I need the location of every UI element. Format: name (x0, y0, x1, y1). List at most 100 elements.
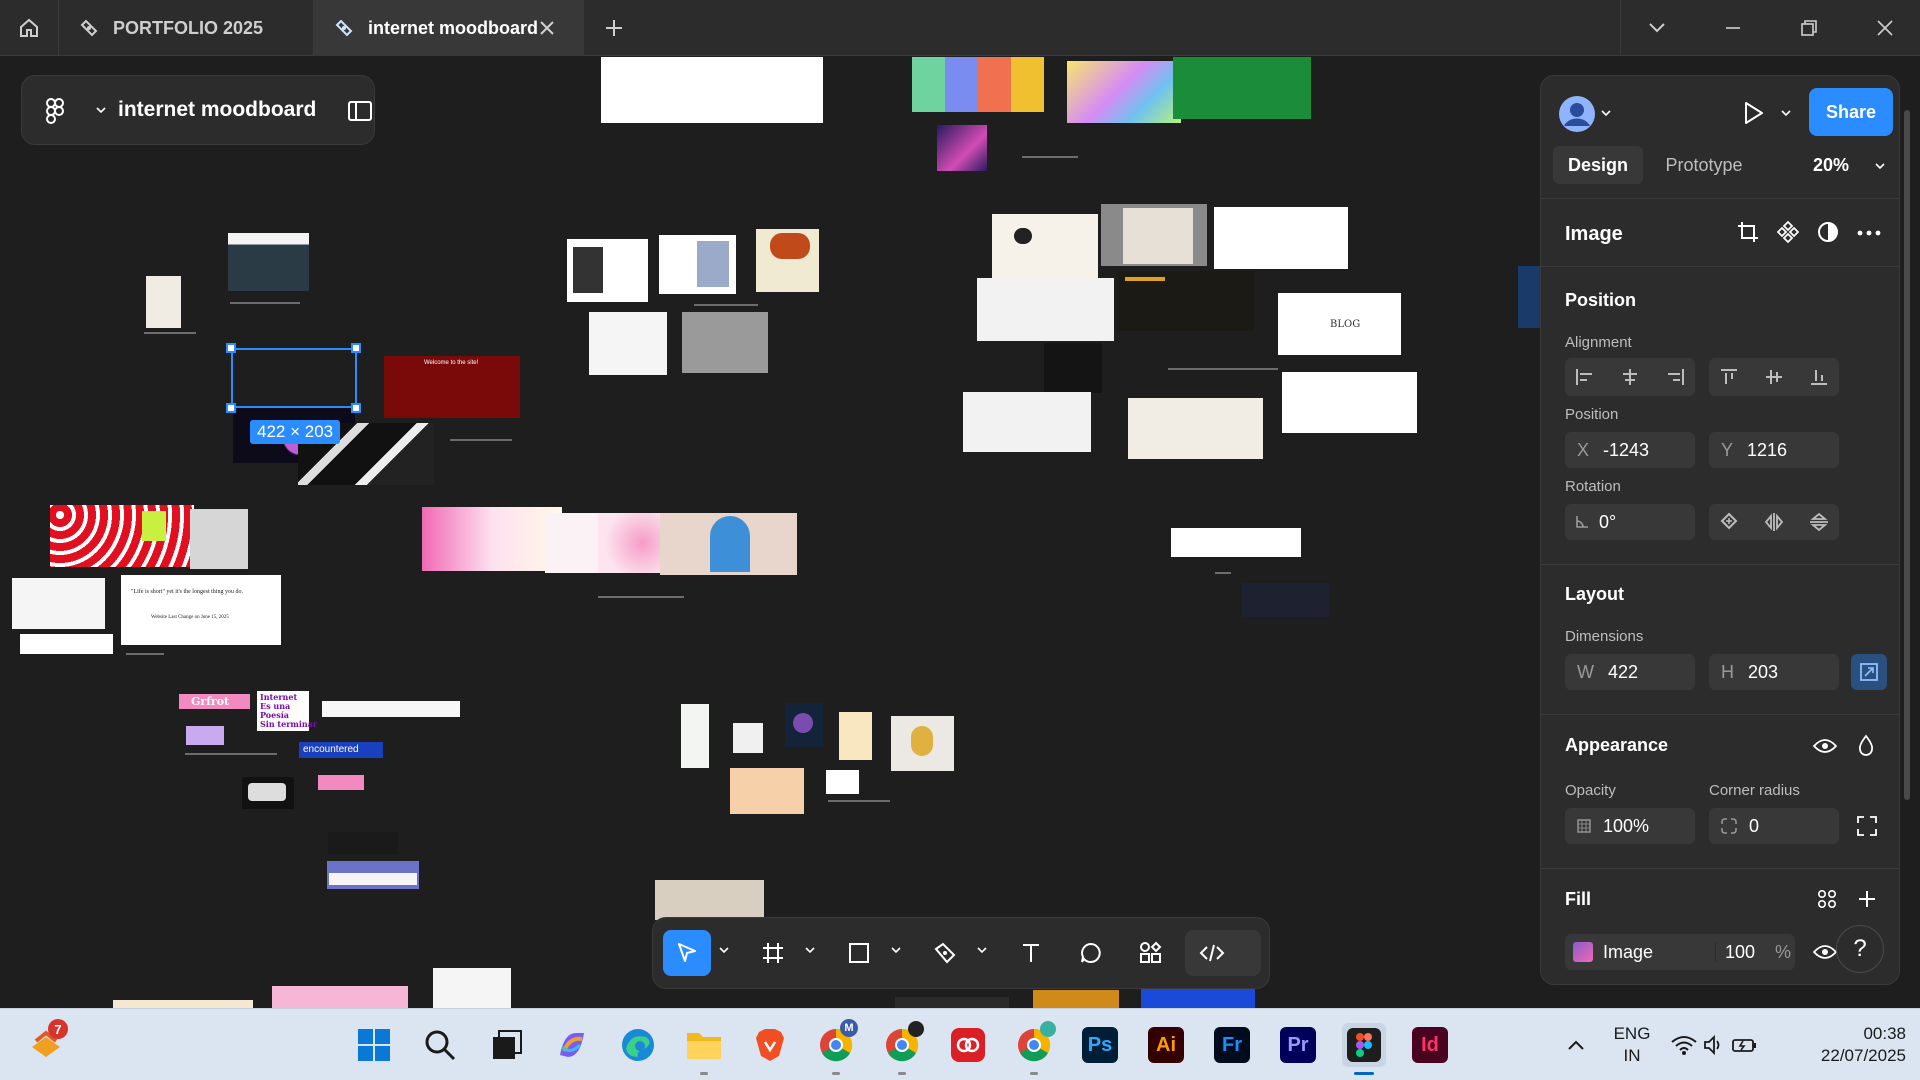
widgets-button[interactable]: 7 (24, 1019, 68, 1067)
tab-portfolio[interactable]: PORTFOLIO 2025 (58, 0, 314, 56)
moodboard-image[interactable] (113, 1000, 253, 1008)
tab-list-button[interactable] (1622, 0, 1692, 56)
resize-handle[interactable] (226, 343, 236, 353)
chevron-down-icon[interactable] (1875, 162, 1885, 170)
comment-tool[interactable] (1067, 930, 1115, 976)
blend-mode-icon[interactable] (1857, 734, 1875, 756)
crop-icon[interactable] (1737, 221, 1759, 243)
moodboard-image[interactable] (1128, 398, 1263, 459)
moodboard-image[interactable] (1117, 271, 1254, 331)
moodboard-image[interactable]: Grfrot (179, 694, 250, 709)
moodboard-image[interactable] (682, 312, 768, 373)
home-button[interactable] (0, 0, 58, 56)
chevron-down-icon[interactable] (1601, 109, 1611, 117)
start-button[interactable] (352, 1023, 396, 1067)
task-view-button[interactable] (484, 1023, 528, 1067)
moodboard-image[interactable]: Internet Es una Poesía Sin terminar (257, 691, 317, 731)
moodboard-image[interactable] (1141, 988, 1255, 1008)
indesign-button[interactable]: Id (1408, 1023, 1452, 1067)
system-tray-quick-settings[interactable] (1664, 1023, 1764, 1067)
moodboard-image[interactable] (1101, 204, 1207, 266)
chevron-down-icon[interactable] (719, 946, 729, 954)
moodboard-image[interactable] (190, 509, 248, 569)
moodboard-image[interactable] (895, 997, 1009, 1008)
chrome-profile-3-button[interactable] (1012, 1021, 1056, 1075)
dev-mode-toggle[interactable] (1185, 930, 1261, 976)
file-explorer-button[interactable] (682, 1023, 726, 1075)
align-horizontal-center-icon[interactable] (1620, 368, 1640, 386)
minimize-button[interactable] (1698, 0, 1768, 56)
moodboard-image[interactable] (20, 634, 113, 654)
moodboard-image[interactable] (1518, 266, 1540, 328)
moodboard-image[interactable] (977, 278, 1114, 341)
height-field[interactable]: H 203 (1709, 654, 1839, 690)
chevron-down-icon[interactable] (805, 946, 815, 954)
moodboard-image[interactable] (322, 701, 460, 717)
corner-radius-field[interactable]: 0 (1709, 808, 1839, 844)
moodboard-image[interactable] (730, 768, 804, 814)
chevron-down-icon[interactable] (96, 106, 106, 114)
moodboard-image[interactable] (912, 57, 1044, 112)
moodboard-image[interactable] (327, 861, 419, 889)
language-indicator[interactable]: ENG IN (1612, 1023, 1652, 1067)
figma-button[interactable] (1342, 1023, 1386, 1075)
rotate-icon[interactable] (1719, 512, 1739, 532)
width-field[interactable]: W 422 (1565, 654, 1695, 690)
moodboard-image[interactable]: "Life is short" yet it's the longest thi… (121, 575, 281, 645)
rotation-field[interactable]: 0° (1565, 504, 1695, 540)
x-position-field[interactable]: X -1243 (1565, 432, 1695, 468)
moodboard-image[interactable] (839, 712, 872, 760)
flip-vertical-icon[interactable] (1809, 512, 1829, 532)
moodboard-image[interactable] (272, 986, 408, 1008)
photoshop-button[interactable]: Ps (1078, 1023, 1122, 1067)
moodboard-image[interactable] (12, 578, 105, 629)
share-button[interactable]: Share (1809, 88, 1893, 136)
sidebar-toggle-icon[interactable] (348, 101, 372, 121)
move-tool[interactable] (663, 930, 711, 976)
moodboard-image[interactable] (1044, 343, 1102, 393)
resize-handle[interactable] (351, 343, 361, 353)
moodboard-image[interactable] (50, 505, 194, 567)
frame-tool[interactable] (749, 930, 797, 976)
chrome-profile-m-button[interactable]: M (814, 1019, 858, 1075)
moodboard-image[interactable] (1242, 583, 1329, 617)
add-fill-icon[interactable] (1857, 889, 1877, 909)
close-tab-icon[interactable] (538, 19, 556, 37)
moodboard-image[interactable] (601, 57, 823, 123)
more-options-icon[interactable] (1857, 230, 1881, 236)
figma-logo-icon[interactable] (46, 98, 64, 124)
eye-icon[interactable] (1813, 944, 1837, 960)
text-tool[interactable] (1007, 930, 1055, 976)
moodboard-image[interactable] (1033, 990, 1119, 1008)
independent-corners-icon[interactable] (1857, 816, 1877, 836)
clock[interactable]: 00:38 22/07/2025 (1796, 1023, 1906, 1067)
panel-scrollbar[interactable] (1904, 110, 1910, 800)
file-name[interactable]: internet moodboard (118, 98, 316, 122)
moodboard-image[interactable] (733, 723, 763, 753)
restore-button[interactable] (1774, 0, 1844, 56)
align-bottom-icon[interactable] (1809, 368, 1829, 386)
moodboard-image[interactable] (660, 513, 797, 575)
moodboard-image[interactable] (963, 392, 1091, 452)
avatar[interactable] (1559, 96, 1595, 137)
align-top-icon[interactable] (1719, 368, 1739, 386)
pen-tool[interactable] (921, 930, 969, 976)
moodboard-image[interactable] (318, 775, 364, 790)
align-vertical-center-icon[interactable] (1764, 368, 1784, 386)
new-tab-button[interactable] (594, 0, 634, 56)
moodboard-image[interactable] (681, 704, 709, 768)
fill-row[interactable]: Image 100 % (1565, 934, 1795, 970)
moodboard-image[interactable] (756, 229, 819, 292)
align-left-icon[interactable] (1575, 368, 1595, 386)
moodboard-image[interactable] (242, 777, 294, 809)
help-button[interactable]: ? (1836, 925, 1884, 973)
tab-prototype[interactable]: Prototype (1649, 146, 1759, 184)
moodboard-image[interactable]: encountered (299, 742, 383, 758)
moodboard-image[interactable] (1282, 372, 1417, 433)
moodboard-image[interactable] (186, 726, 224, 745)
selection-box[interactable] (231, 348, 357, 408)
moodboard-image[interactable] (589, 312, 667, 375)
moodboard-image[interactable] (1067, 61, 1181, 123)
chrome-profile-button[interactable] (880, 1021, 924, 1075)
resize-handle[interactable] (226, 403, 236, 413)
